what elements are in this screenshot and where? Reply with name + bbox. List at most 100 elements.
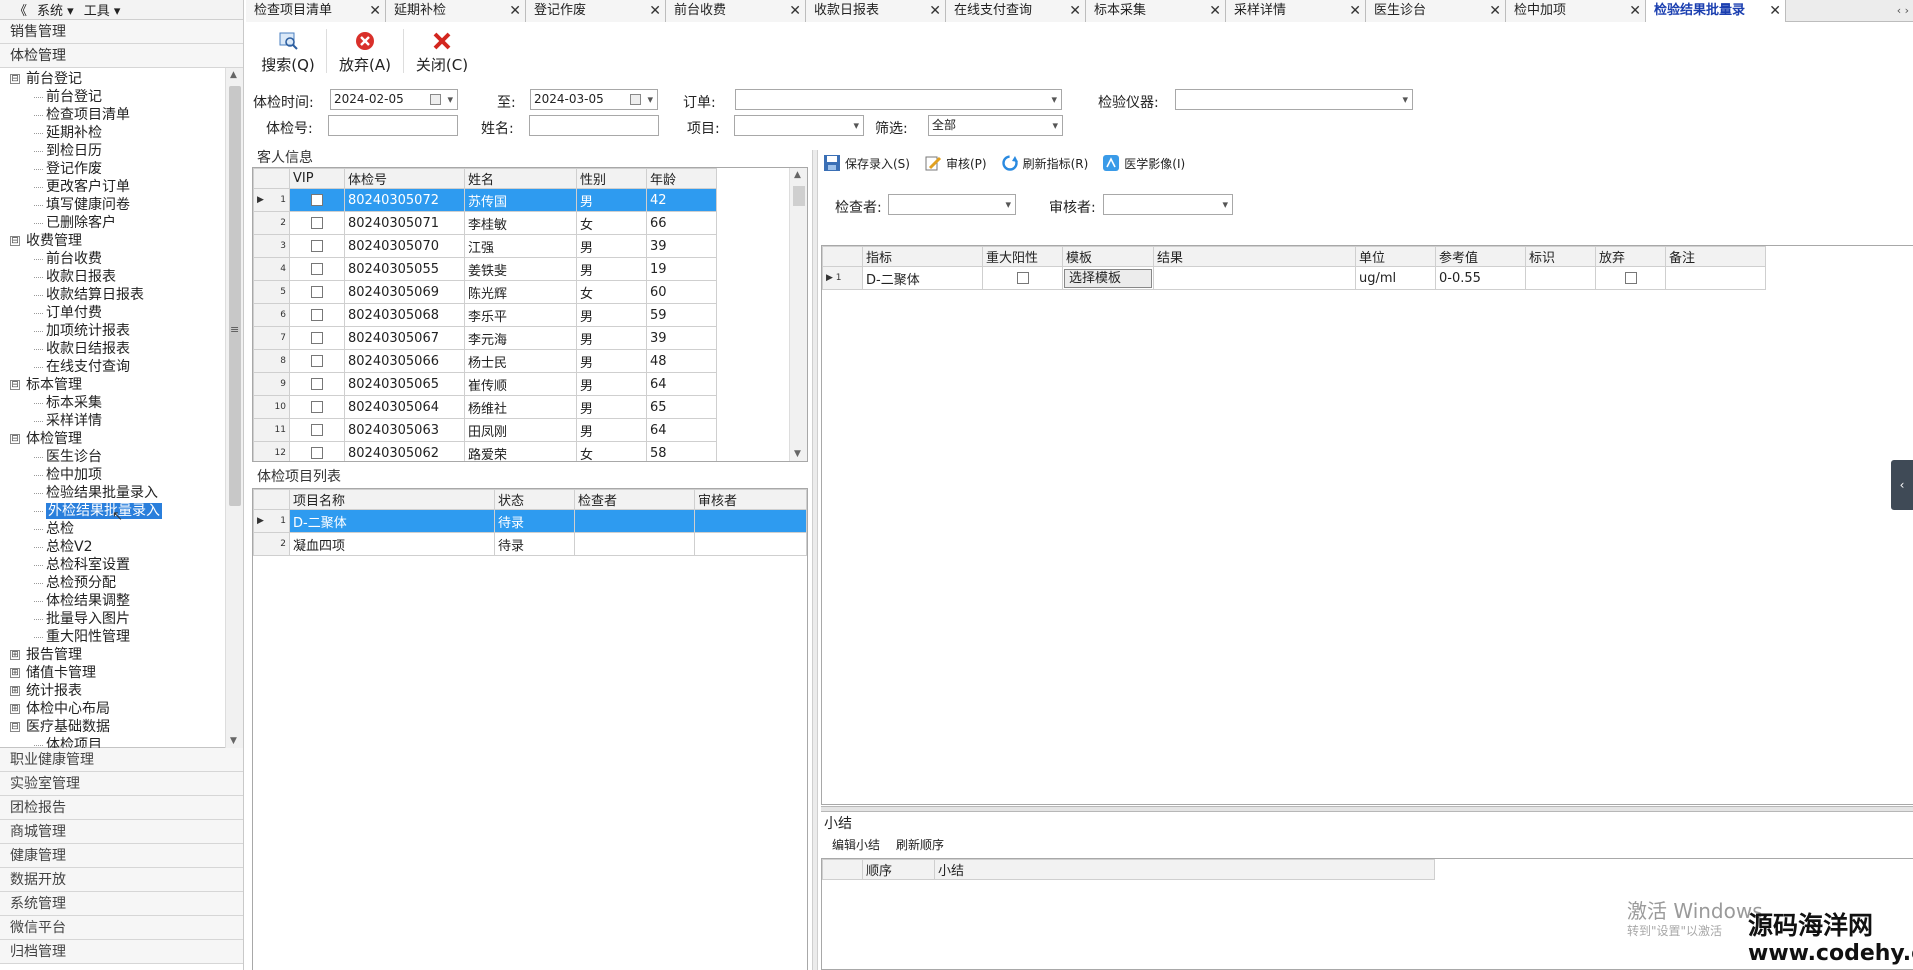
save-entry-button[interactable]: 保存录入(S) (823, 154, 910, 172)
table-row[interactable]: 12 80240305062 路爱荣女 58 (253, 441, 717, 461)
tree-item[interactable]: 总检 (0, 520, 222, 538)
major-positive-checkbox[interactable] (1016, 272, 1029, 284)
tree-item[interactable]: 外检结果批量录入 ↖ (0, 502, 222, 524)
tab-close-icon[interactable]: ✕ (1209, 0, 1221, 22)
column-header-exam-no[interactable]: 体检号 (344, 168, 465, 189)
table-row[interactable]: 2 凝血四项 待录 (253, 532, 807, 556)
table-row[interactable]: 4 80240305055 姜铁斐男 19 (253, 257, 717, 281)
exam-no-cell[interactable]: 80240305063 (344, 418, 465, 442)
collapse-icon[interactable]: ⊟ (10, 380, 20, 390)
medical-imaging-button[interactable]: 医学影像(I) (1102, 154, 1185, 172)
category-item[interactable]: 商城管理 (0, 820, 243, 844)
sex-cell[interactable]: 男 (576, 257, 647, 281)
tree-item[interactable]: 批量导入图片 (0, 610, 222, 628)
search-button[interactable]: 搜索(Q) (252, 26, 324, 76)
sex-cell[interactable]: 男 (576, 418, 647, 442)
tab[interactable]: 在线支付查询 ✕ (946, 0, 1086, 22)
tab-close-icon[interactable]: ✕ (1069, 0, 1081, 22)
tree-item[interactable]: 登记作废 (0, 160, 222, 178)
tab-close-icon[interactable]: ✕ (509, 0, 521, 22)
select-template-button[interactable]: 选择模板 (1064, 268, 1152, 288)
age-cell[interactable]: 66 (646, 211, 717, 235)
exam-no-input[interactable] (328, 115, 458, 136)
column-header-note[interactable]: 备注 (1665, 246, 1766, 267)
expand-icon[interactable]: ⊞ (10, 686, 20, 696)
name-cell[interactable]: 李元海 (464, 326, 577, 350)
vip-checkbox[interactable] (311, 217, 323, 229)
tree-group[interactable]: ⊟ 收费管理 (0, 232, 222, 250)
age-cell[interactable]: 48 (646, 349, 717, 373)
discard-cell[interactable] (1595, 266, 1666, 290)
sex-cell[interactable]: 男 (576, 234, 647, 258)
tree-item[interactable]: 采样详情 (0, 412, 222, 430)
tab[interactable]: 采样详情 ✕ (1226, 0, 1366, 22)
tree-item[interactable]: 订单付费 (0, 304, 222, 322)
vip-cell[interactable] (289, 395, 345, 419)
indicator-cell[interactable]: D-二聚体 (862, 266, 983, 290)
tree-item[interactable]: 检中加项 (0, 466, 222, 484)
name-input[interactable] (529, 115, 659, 136)
table-row[interactable]: 11 80240305063 田凤刚男 64 (253, 418, 717, 442)
item-select[interactable] (734, 115, 864, 136)
tree-item[interactable]: 前台收费 (0, 250, 222, 268)
column-header-discard[interactable]: 放弃 (1595, 246, 1666, 267)
expand-icon[interactable]: ⊞ (10, 704, 20, 714)
column-header-major-positive[interactable]: 重大阳性 (982, 246, 1063, 267)
sex-cell[interactable]: 男 (576, 303, 647, 327)
category-item[interactable]: 团检报告 (0, 796, 243, 820)
column-header-project-name[interactable]: 项目名称 (289, 489, 495, 510)
age-cell[interactable]: 58 (646, 441, 717, 461)
tab-close-icon[interactable]: ✕ (1489, 0, 1501, 22)
tools-menu[interactable]: 工具 ▾ (84, 0, 121, 19)
category-item[interactable]: 职业健康管理 (0, 748, 243, 772)
order-select[interactable] (735, 89, 1062, 110)
table-row[interactable]: 3 80240305070 江强男 39 (253, 234, 717, 258)
exam-no-cell[interactable]: 80240305068 (344, 303, 465, 327)
column-header-summary[interactable]: 小结 (934, 859, 1435, 880)
checker-select[interactable] (888, 194, 1016, 215)
scroll-up-icon[interactable]: ▲ (230, 70, 237, 80)
tab[interactable]: 登记作废 ✕ (526, 0, 666, 22)
sex-cell[interactable]: 女 (576, 280, 647, 304)
category-exam[interactable]: 体检管理 (0, 44, 243, 68)
vip-cell[interactable] (289, 349, 345, 373)
age-cell[interactable]: 19 (646, 257, 717, 281)
vip-checkbox[interactable] (311, 332, 323, 344)
status-cell[interactable]: 待录 (494, 509, 575, 533)
column-header-template[interactable]: 模板 (1062, 246, 1154, 267)
exam-no-cell[interactable]: 80240305064 (344, 395, 465, 419)
scroll-up-icon[interactable]: ▲ (794, 170, 801, 180)
tree-item[interactable]: 延期补检 (0, 124, 222, 142)
collapse-icon[interactable]: ⊟ (10, 236, 20, 246)
sex-cell[interactable]: 男 (576, 349, 647, 373)
result-summary-splitter[interactable] (821, 806, 1913, 812)
auditor-cell[interactable] (694, 509, 807, 533)
checker-cell[interactable] (574, 509, 695, 533)
tree-item[interactable]: 到检日历 (0, 142, 222, 160)
tree-item[interactable]: 重大阳性管理 (0, 628, 222, 646)
tree-item[interactable]: 总检V2 (0, 538, 222, 556)
tab[interactable]: 延期补检 ✕ (386, 0, 526, 22)
exam-no-cell[interactable]: 80240305062 (344, 441, 465, 461)
exam-no-cell[interactable]: 80240305069 (344, 280, 465, 304)
vip-cell[interactable] (289, 280, 345, 304)
tree-item[interactable]: 体检项目 (0, 736, 222, 748)
age-cell[interactable]: 64 (646, 418, 717, 442)
auditor-cell[interactable] (694, 532, 807, 556)
name-cell[interactable]: 路爱荣 (464, 441, 577, 461)
category-sales[interactable]: 销售管理 (0, 20, 243, 44)
tree-group[interactable]: ⊟ 前台登记 (0, 70, 222, 88)
tree-item[interactable]: 检查项目清单 (0, 106, 222, 124)
tab-close-icon[interactable]: ✕ (649, 0, 661, 22)
discard-checkbox[interactable] (1624, 272, 1637, 284)
vip-cell[interactable] (289, 211, 345, 235)
tree-item[interactable]: 填写健康问卷 (0, 196, 222, 214)
sex-cell[interactable]: 男 (576, 372, 647, 396)
note-cell[interactable] (1665, 266, 1766, 290)
edit-summary-button[interactable]: 编辑小结 (832, 836, 880, 853)
vip-cell[interactable] (289, 303, 345, 327)
category-item[interactable]: 系统管理 (0, 892, 243, 916)
date-to-picker[interactable]: 2024-03-05 (530, 89, 658, 110)
category-item[interactable]: 归档管理 (0, 940, 243, 964)
sex-cell[interactable]: 男 (576, 326, 647, 350)
